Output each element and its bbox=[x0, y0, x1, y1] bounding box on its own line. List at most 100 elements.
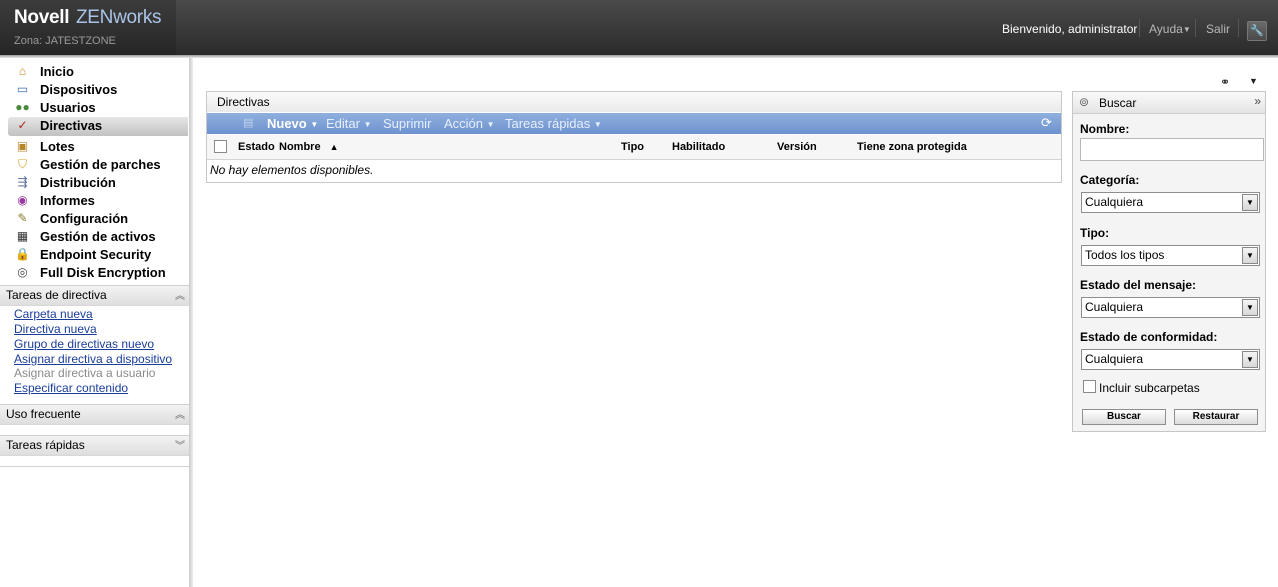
chevron-down-icon: ▼ bbox=[1242, 299, 1258, 316]
action-menu[interactable]: Acción ▼ bbox=[444, 116, 495, 131]
policies-panel: Directivas ▤ Nuevo ▼ Editar ▼ Suprimir A… bbox=[206, 91, 1062, 183]
section-title: Tareas de directiva bbox=[6, 288, 107, 302]
task-new-policy-group[interactable]: Grupo de directivas nuevo bbox=[14, 337, 154, 351]
collapse-icon[interactable]: ︽ bbox=[175, 287, 185, 302]
reset-button[interactable]: Restaurar bbox=[1174, 409, 1258, 425]
column-zona-protegida[interactable]: Tiene zona protegida bbox=[857, 141, 967, 153]
chevron-down-icon: ▼ bbox=[310, 120, 319, 129]
type-select[interactable]: Todos los tipos ▼ bbox=[1081, 245, 1260, 266]
chevron-down-icon: ▼ bbox=[363, 120, 372, 129]
sidebar-item-usuarios[interactable]: ●● Usuarios bbox=[8, 99, 188, 117]
quick-tasks-menu[interactable]: Tareas rápidas ▼ bbox=[505, 116, 602, 131]
panel-title: Directivas bbox=[217, 95, 270, 109]
name-input[interactable] bbox=[1080, 138, 1264, 161]
include-subfolders-label: Incluir subcarpetas bbox=[1099, 381, 1200, 395]
brand-logo-product: ZENworks bbox=[76, 7, 162, 28]
link-icon[interactable]: ⚭ bbox=[1220, 75, 1230, 89]
home-icon: ⌂ bbox=[18, 64, 27, 78]
compliance-value: Cualquiera bbox=[1085, 352, 1144, 366]
chevron-down-icon: ▼ bbox=[1242, 194, 1258, 211]
sidebar-item-label: Inicio bbox=[40, 64, 74, 79]
panel-title-bar: Directivas bbox=[207, 92, 1061, 112]
sidebar-item-label: Full Disk Encryption bbox=[40, 265, 166, 280]
sidebar-item-label: Dispositivos bbox=[40, 82, 118, 97]
column-habilitado[interactable]: Habilitado bbox=[672, 141, 725, 153]
collapse-icon[interactable]: ︽ bbox=[175, 406, 185, 421]
quick-tasks-header[interactable]: Tareas rápidas ︾ bbox=[0, 435, 189, 456]
task-new-policy[interactable]: Directiva nueva bbox=[14, 322, 97, 336]
message-status-select[interactable]: Cualquiera ▼ bbox=[1081, 297, 1260, 318]
reports-icon: ◉ bbox=[17, 193, 28, 207]
include-subfolders-checkbox[interactable] bbox=[1083, 380, 1096, 393]
search-panel-header: ⊚ Buscar » bbox=[1073, 92, 1265, 114]
empty-message: No hay elementos disponibles. bbox=[210, 163, 374, 177]
task-assign-to-device[interactable]: Asignar directiva a dispositivo bbox=[14, 352, 172, 366]
sidebar-item-label: Lotes bbox=[40, 139, 75, 154]
new-menu[interactable]: Nuevo ▼ bbox=[267, 116, 318, 131]
category-select[interactable]: Cualquiera ▼ bbox=[1081, 192, 1260, 213]
tools-button[interactable]: 🔧 bbox=[1247, 21, 1267, 41]
collapse-right-icon[interactable]: » bbox=[1254, 94, 1261, 108]
chevron-down-icon: ▼ bbox=[593, 120, 602, 129]
sidebar-item-label: Distribución bbox=[40, 175, 116, 190]
sidebar-item-activos[interactable]: ▦ Gestión de activos bbox=[8, 228, 188, 246]
action-menu-label: Acción bbox=[444, 116, 484, 131]
folder-up-icon[interactable]: ▤ bbox=[243, 116, 257, 129]
frequent-use-header[interactable]: Uso frecuente ︽ bbox=[0, 404, 189, 425]
category-value: Cualquiera bbox=[1085, 195, 1144, 209]
help-label: Ayuda bbox=[1149, 22, 1183, 36]
chevron-down-icon[interactable]: ▼ bbox=[1249, 76, 1258, 86]
sidebar-item-inicio[interactable]: ⌂ Inicio bbox=[8, 63, 188, 81]
section-title: Tareas rápidas bbox=[6, 438, 85, 452]
sidebar: ⌂ Inicio ▭ Dispositivos ●● Usuarios ✓ Di… bbox=[0, 58, 189, 587]
sidebar-item-label: Directivas bbox=[40, 118, 103, 133]
column-estado[interactable]: Estado bbox=[238, 141, 275, 153]
sidebar-item-configuracion[interactable]: ✎ Configuración bbox=[8, 210, 188, 228]
policy-tasks-header[interactable]: Tareas de directiva ︽ bbox=[0, 285, 189, 306]
message-status-value: Cualquiera bbox=[1085, 300, 1144, 314]
brand-area: Novell ZENworks Zona: JATESTZONE bbox=[0, 0, 176, 55]
sidebar-item-directivas[interactable]: ✓ Directivas bbox=[8, 117, 188, 136]
sidebar-item-lotes[interactable]: ▣ Lotes bbox=[8, 138, 188, 156]
top-header: Novell ZENworks Zona: JATESTZONE Bienven… bbox=[0, 0, 1278, 55]
task-assign-to-user: Asignar directiva a usuario bbox=[14, 366, 156, 380]
type-value: Todos los tipos bbox=[1085, 248, 1165, 262]
column-version[interactable]: Versión bbox=[777, 141, 817, 153]
sidebar-item-informes[interactable]: ◉ Informes bbox=[8, 192, 188, 210]
zone-label: Zona: JATESTZONE bbox=[14, 35, 116, 47]
table-header: Estado Nombre ▲ Tipo Habilitado Versión … bbox=[207, 135, 1061, 160]
sidebar-item-distribucion[interactable]: ⇶ Distribución bbox=[8, 174, 188, 192]
edit-menu[interactable]: Editar ▼ bbox=[326, 116, 372, 131]
logout-link[interactable]: Salir bbox=[1206, 22, 1230, 36]
sidebar-item-fde[interactable]: ◎ Full Disk Encryption bbox=[8, 264, 188, 282]
column-nombre[interactable]: Nombre ▲ bbox=[279, 141, 339, 153]
users-icon: ●● bbox=[15, 100, 30, 114]
select-all-checkbox[interactable] bbox=[214, 140, 227, 153]
chevron-down-icon: ▼ bbox=[486, 120, 495, 129]
sidebar-divider bbox=[189, 58, 193, 587]
search-panel: ⊚ Buscar » Nombre: Categoría: Cualquiera… bbox=[1072, 91, 1266, 432]
sidebar-item-endpoint[interactable]: 🔒 Endpoint Security bbox=[8, 246, 188, 264]
chevron-down-icon: ▼ bbox=[1182, 25, 1191, 34]
sort-ascending-icon: ▲ bbox=[329, 142, 339, 152]
search-icon: ⊚ bbox=[1079, 95, 1090, 109]
header-divider bbox=[1238, 19, 1239, 37]
task-specify-content[interactable]: Especificar contenido bbox=[14, 381, 128, 395]
disk-encryption-icon: ◎ bbox=[17, 265, 28, 279]
help-menu[interactable]: Ayuda▼ bbox=[1149, 22, 1191, 36]
delete-button[interactable]: Suprimir bbox=[383, 116, 431, 131]
type-label: Tipo: bbox=[1080, 226, 1110, 240]
section-title: Uso frecuente bbox=[6, 407, 81, 421]
sidebar-item-parches[interactable]: ⛉ Gestión de parches bbox=[8, 156, 188, 174]
compliance-select[interactable]: Cualquiera ▼ bbox=[1081, 349, 1260, 370]
column-tipo[interactable]: Tipo bbox=[621, 141, 644, 153]
search-button[interactable]: Buscar bbox=[1082, 409, 1166, 425]
chevron-down-icon: ▼ bbox=[1242, 247, 1258, 264]
refresh-icon[interactable]: ⟳ bbox=[1041, 115, 1056, 130]
shield-icon: ⛉ bbox=[17, 157, 27, 171]
sidebar-item-dispositivos[interactable]: ▭ Dispositivos bbox=[8, 81, 188, 99]
welcome-text: Bienvenido, administrator bbox=[1002, 22, 1138, 36]
sidebar-item-label: Gestión de activos bbox=[40, 229, 156, 244]
task-new-folder[interactable]: Carpeta nueva bbox=[14, 307, 93, 321]
expand-icon[interactable]: ︾ bbox=[175, 437, 185, 452]
